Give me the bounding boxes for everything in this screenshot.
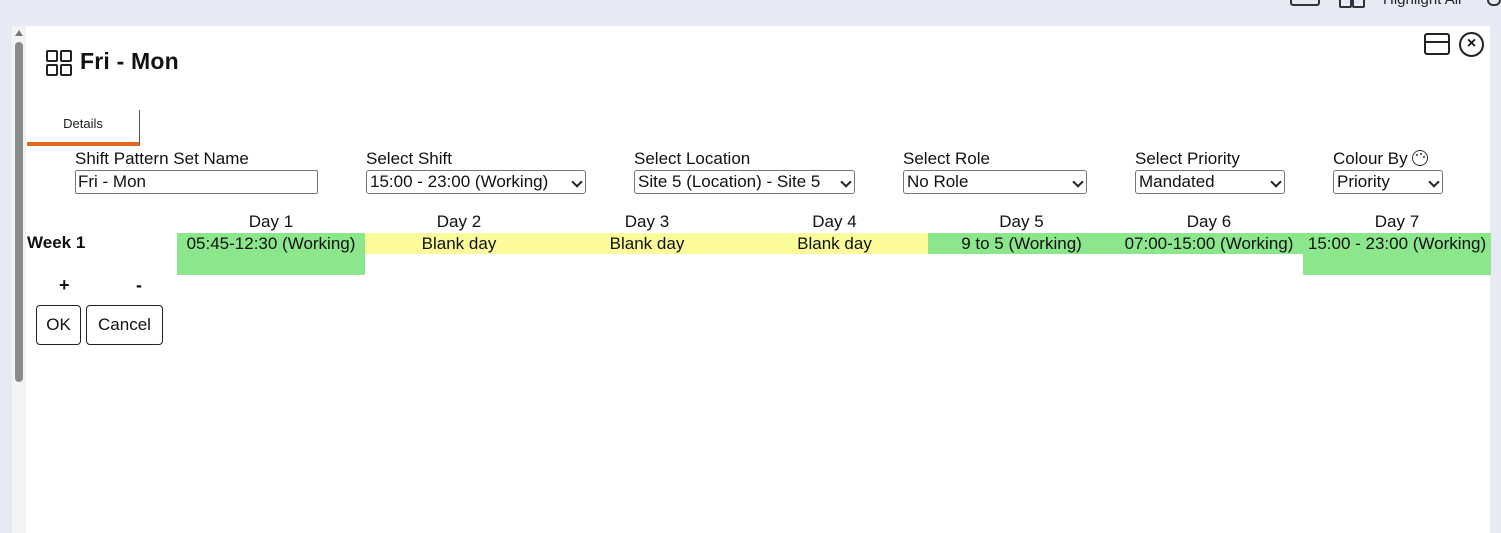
- colour-by-dropdown[interactable]: Priority: [1333, 170, 1443, 194]
- shift-pattern-dialog: Fri - Mon × Details Shift Pattern Set Na…: [12, 26, 1491, 533]
- select-location-value: Site 5 (Location) - Site 5: [638, 172, 821, 191]
- day-cell-2[interactable]: Blank day: [365, 233, 553, 254]
- toggle-icon[interactable]: [1487, 0, 1501, 6]
- top-toolbar: Highlight All: [0, 0, 1501, 26]
- colour-by-label: Colour By: [1333, 149, 1428, 169]
- day-cell-3[interactable]: Blank day: [553, 233, 741, 254]
- dialog-title: Fri - Mon: [80, 48, 179, 74]
- select-role-value: No Role: [907, 172, 969, 191]
- select-location-dropdown[interactable]: Site 5 (Location) - Site 5: [634, 170, 855, 194]
- chevron-down-icon: [840, 176, 852, 188]
- select-shift-label: Select Shift: [366, 149, 452, 168]
- highlight-all-label[interactable]: Highlight All: [1383, 0, 1461, 8]
- day-header: Day 5: [999, 212, 1044, 231]
- select-shift-value: 15:00 - 23:00 (Working): [370, 172, 549, 191]
- keyboard-icon[interactable]: [1290, 0, 1320, 6]
- remove-week-button[interactable]: -: [136, 275, 142, 296]
- palette-icon: [1411, 150, 1428, 166]
- day-header: Day 2: [436, 212, 482, 231]
- day-header: Day 6: [1186, 212, 1232, 231]
- day-header: Day 7: [1374, 212, 1420, 231]
- shift-pattern-name-input[interactable]: [75, 170, 318, 194]
- week-label: Week 1: [27, 233, 86, 252]
- close-icon[interactable]: ×: [1459, 32, 1484, 57]
- day-cell-1[interactable]: 05:45-12:30 (Working): [177, 233, 365, 275]
- chevron-down-icon: [1428, 176, 1440, 188]
- chevron-down-icon: [1072, 176, 1084, 188]
- select-priority-label: Select Priority: [1135, 149, 1240, 168]
- colour-by-text: Colour By: [1333, 149, 1408, 168]
- day-cell-7[interactable]: 15:00 - 23:00 (Working): [1303, 233, 1491, 275]
- tab-details[interactable]: Details: [27, 110, 140, 146]
- scroll-up-arrow-icon[interactable]: [15, 30, 23, 36]
- grid-view-icon[interactable]: [1339, 0, 1365, 8]
- ok-button[interactable]: OK: [36, 305, 81, 345]
- day-cell-5[interactable]: 9 to 5 (Working): [928, 233, 1115, 254]
- shift-pattern-name-label: Shift Pattern Set Name: [75, 149, 249, 168]
- day-header: Day 1: [248, 212, 294, 231]
- colour-by-value: Priority: [1337, 172, 1390, 191]
- select-shift-dropdown[interactable]: 15:00 - 23:00 (Working): [366, 170, 586, 194]
- window-icon[interactable]: [1424, 33, 1450, 55]
- select-priority-dropdown[interactable]: Mandated: [1135, 170, 1285, 194]
- day-cell-6[interactable]: 07:00-15:00 (Working): [1115, 233, 1303, 254]
- scrollbar[interactable]: [12, 26, 26, 533]
- grid-icon: [46, 50, 72, 76]
- chevron-down-icon: [1270, 176, 1282, 188]
- day-cell-4[interactable]: Blank day: [741, 233, 928, 254]
- cancel-button[interactable]: Cancel: [86, 305, 163, 345]
- scrollbar-thumb[interactable]: [15, 42, 23, 382]
- chevron-down-icon: [571, 176, 583, 188]
- select-location-label: Select Location: [634, 149, 751, 168]
- select-priority-value: Mandated: [1139, 172, 1215, 191]
- day-header: Day 3: [624, 212, 670, 231]
- day-header: Day 4: [812, 212, 857, 231]
- select-role-label: Select Role: [903, 149, 990, 168]
- add-week-button[interactable]: +: [59, 275, 70, 296]
- select-role-dropdown[interactable]: No Role: [903, 170, 1087, 194]
